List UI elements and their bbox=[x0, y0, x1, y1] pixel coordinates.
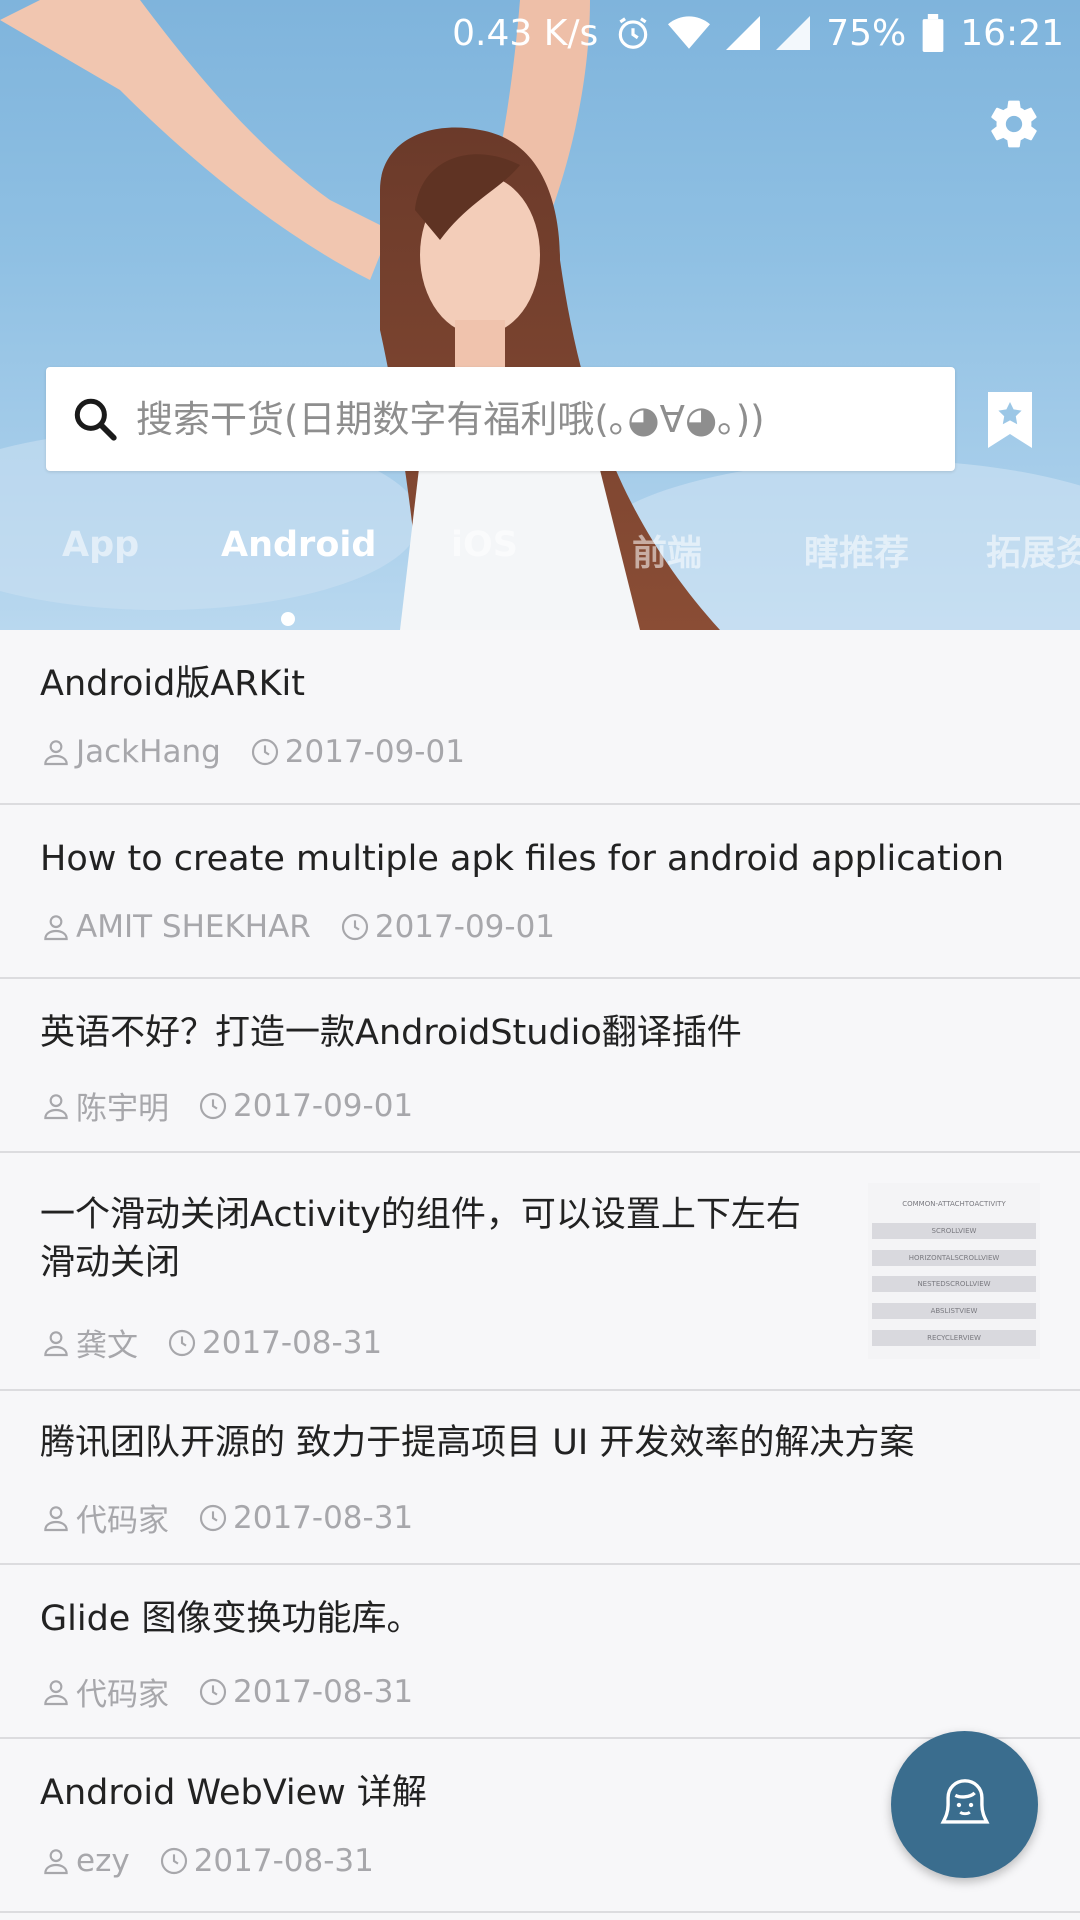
tab-extended[interactable]: 拓展资 bbox=[986, 525, 1080, 576]
item-author: 陈宇明 bbox=[76, 1091, 169, 1127]
item-title: How to create multiple apk files for and… bbox=[40, 839, 1005, 879]
user-icon bbox=[40, 1676, 72, 1708]
thumbnail-label: RECYCLERVIEW bbox=[872, 1329, 1036, 1346]
clock-icon bbox=[339, 911, 371, 943]
tab-frontend[interactable]: 前端 bbox=[632, 525, 702, 576]
wifi-icon bbox=[668, 15, 711, 51]
item-meta: AMIT SHEKHAR 2017-09-01 bbox=[40, 909, 555, 945]
clock-icon bbox=[166, 1327, 198, 1359]
item-meta: JackHang 2017-09-01 bbox=[40, 734, 465, 770]
item-author: JackHang bbox=[76, 734, 221, 770]
tab-ios[interactable]: iOS bbox=[451, 525, 518, 565]
tab-indicator bbox=[281, 612, 295, 626]
item-author: AMIT SHEKHAR bbox=[76, 909, 311, 945]
clock-icon bbox=[197, 1090, 229, 1122]
status-bar: 0.43 K/s 75% 16:21 bbox=[0, 0, 1080, 66]
item-author: ezy bbox=[76, 1843, 130, 1879]
user-icon bbox=[40, 1845, 72, 1877]
search-icon bbox=[74, 398, 117, 441]
girl-mode-fab[interactable] bbox=[891, 1731, 1038, 1878]
network-speed: 0.43 K/s bbox=[452, 12, 599, 54]
item-title: 一个滑动关闭Activity的组件，可以设置上下左右 滑动关闭 bbox=[40, 1191, 801, 1287]
search-input[interactable] bbox=[120, 367, 955, 471]
clock-icon bbox=[197, 1502, 229, 1534]
item-date: 2017-08-31 bbox=[202, 1324, 383, 1361]
header-banner: 0.43 K/s 75% 16:21 搜索干货(日期数字有福利哦(｡◕∀◕｡))… bbox=[0, 0, 1080, 630]
item-author: 代码家 bbox=[76, 1503, 169, 1539]
item-meta: ezy 2017-08-31 bbox=[40, 1843, 374, 1879]
signal-icon bbox=[726, 16, 761, 50]
user-icon bbox=[40, 736, 72, 768]
list-item[interactable]: How to create multiple apk files for and… bbox=[0, 805, 1080, 979]
list-item[interactable]: Android版ARKit JackHang 2017-09-01 bbox=[0, 630, 1080, 805]
tab-app[interactable]: App bbox=[62, 525, 139, 565]
list-item[interactable]: 腾讯团队开源的 致力于提高项目 UI 开发效率的解决方案 代码家 2017-08… bbox=[0, 1391, 1080, 1565]
clock-icon bbox=[197, 1676, 229, 1708]
article-list: Android版ARKit JackHang 2017-09-01 How to… bbox=[0, 630, 1080, 1913]
user-icon bbox=[40, 1502, 72, 1534]
user-icon bbox=[40, 1090, 72, 1122]
thumbnail-label: COMMON-ATTACHTOACTIVITY bbox=[902, 1200, 1006, 1209]
item-title: 英语不好？打造一款AndroidStudio翻译插件 bbox=[40, 1013, 742, 1053]
item-date: 2017-09-01 bbox=[374, 909, 556, 945]
thumbnail-label: NESTEDSCROLLVIEW bbox=[872, 1276, 1036, 1293]
list-item[interactable]: Glide 图像变换功能库。 代码家 2017-08-31 bbox=[0, 1565, 1080, 1739]
tab-android[interactable]: Android bbox=[221, 525, 376, 565]
item-meta: 代码家 2017-08-31 bbox=[40, 1669, 413, 1714]
item-thumbnail: COMMON-ATTACHTOACTIVITY SCROLLVIEW HORIZ… bbox=[868, 1183, 1040, 1359]
list-item[interactable]: 英语不好？打造一款AndroidStudio翻译插件 陈宇明 2017-09-0… bbox=[0, 979, 1080, 1153]
item-date: 2017-09-01 bbox=[233, 1087, 414, 1124]
item-title-line: 滑动关闭 bbox=[40, 1243, 181, 1283]
item-title: Android版ARKit bbox=[40, 664, 305, 704]
category-tabs: App Android iOS 前端 瞎推荐 拓展资 bbox=[0, 525, 1080, 585]
clock-icon bbox=[158, 1845, 190, 1877]
thumbnail-label: SCROLLVIEW bbox=[872, 1222, 1036, 1239]
battery-icon bbox=[922, 14, 944, 52]
gear-icon bbox=[991, 100, 1037, 148]
item-meta: 代码家 2017-08-31 bbox=[40, 1495, 413, 1540]
settings-button[interactable] bbox=[986, 96, 1042, 152]
bookmark-button[interactable] bbox=[988, 392, 1032, 448]
item-date: 2017-09-01 bbox=[284, 734, 465, 770]
item-author: 代码家 bbox=[76, 1677, 169, 1713]
signal-icon-2 bbox=[776, 16, 811, 50]
thumbnail-label: ABSLISTVIEW bbox=[872, 1302, 1036, 1319]
user-icon bbox=[40, 911, 72, 943]
user-icon bbox=[40, 1327, 72, 1359]
item-meta: 龚文 2017-08-31 bbox=[40, 1320, 382, 1365]
tab-recommend[interactable]: 瞎推荐 bbox=[804, 525, 909, 576]
alarm-icon bbox=[614, 14, 652, 52]
item-title: Android WebView 详解 bbox=[40, 1773, 427, 1813]
item-title: 腾讯团队开源的 致力于提高项目 UI 开发效率的解决方案 bbox=[40, 1423, 915, 1463]
search-bar[interactable] bbox=[46, 367, 955, 471]
thumbnail-label: HORIZONTALSCROLLVIEW bbox=[872, 1249, 1036, 1266]
list-item[interactable]: 一个滑动关闭Activity的组件，可以设置上下左右 滑动关闭 龚文 2017-… bbox=[0, 1153, 1080, 1391]
item-meta: 陈宇明 2017-09-01 bbox=[40, 1083, 413, 1128]
item-date: 2017-08-31 bbox=[233, 1499, 414, 1536]
battery-percent: 75% bbox=[826, 12, 907, 54]
item-date: 2017-08-31 bbox=[193, 1843, 374, 1879]
bookmark-star-icon bbox=[988, 392, 1032, 448]
item-title-line: 一个滑动关闭Activity的组件，可以设置上下左右 bbox=[40, 1195, 801, 1235]
item-date: 2017-08-31 bbox=[233, 1673, 414, 1710]
clock-icon bbox=[249, 736, 281, 768]
clock: 16:21 bbox=[960, 12, 1064, 54]
item-author: 龚文 bbox=[76, 1328, 138, 1364]
item-title: Glide 图像变换功能库。 bbox=[40, 1599, 422, 1639]
girl-face-icon bbox=[940, 1778, 989, 1824]
